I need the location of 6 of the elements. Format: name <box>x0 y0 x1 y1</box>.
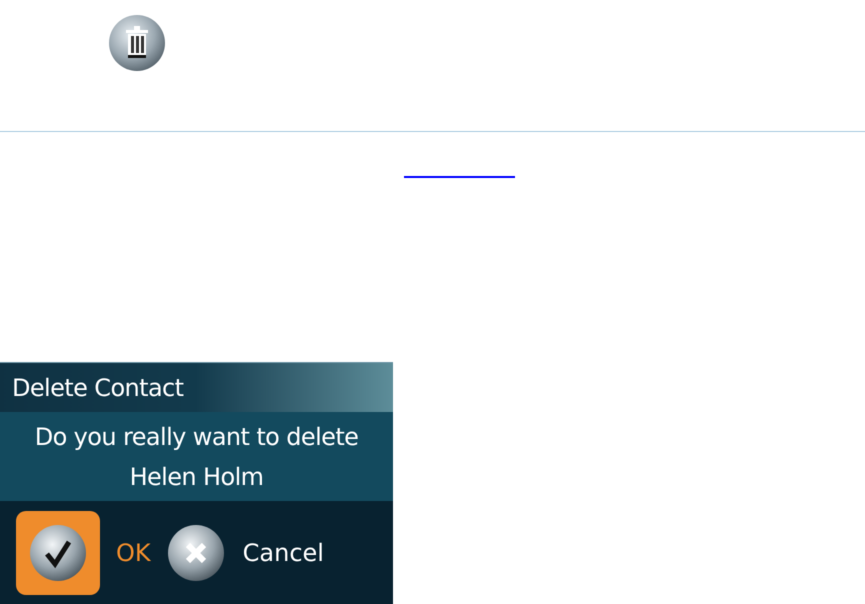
cancel-button[interactable]: Cancel <box>164 510 330 594</box>
message-text: Helen Holm <box>130 462 264 492</box>
dialog-title: Delete Contact <box>12 372 184 404</box>
close-icon <box>166 524 225 582</box>
message-text: Do you really want to delete <box>34 422 358 452</box>
check-icon <box>29 524 87 582</box>
